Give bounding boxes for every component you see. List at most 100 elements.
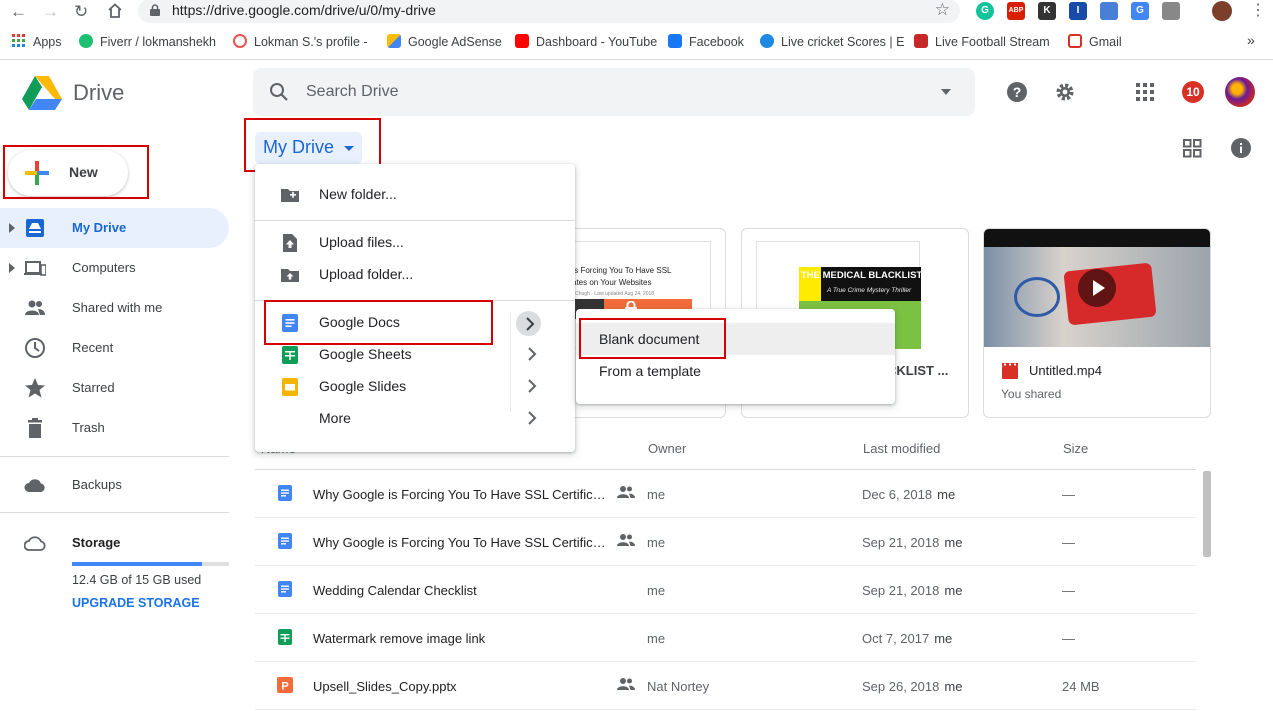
menu-item-label: Upload files... [319,234,404,250]
menu-item-google-slides[interactable]: Google Slides [255,371,575,403]
submenu-item-label: From a template [599,363,701,379]
table-row[interactable]: P Upsell_Slides_Copy.pptx Nat Nortey Sep 26… [255,662,1196,710]
adblock-icon[interactable]: ABP [1007,2,1025,20]
chevron-right-icon[interactable] [527,411,541,425]
bookmark-profile[interactable]: Lokman S.'s profile - [233,34,368,49]
details-info-icon[interactable] [1231,138,1251,158]
bookmark-label: Gmail [1089,35,1122,49]
file-name[interactable]: Why Google is Forcing You To Have SSL Ce… [313,487,606,502]
bookmark-facebook[interactable]: Facebook [668,34,744,49]
computers-icon [24,261,46,276]
bookmark-label: Apps [33,35,62,49]
reload-icon[interactable]: ↻ [74,2,88,22]
bookmark-cricket[interactable]: Live cricket Scores | E [760,34,904,49]
chevron-right-icon[interactable] [527,347,541,361]
bookmark-gmail[interactable]: Gmail [1068,34,1122,49]
help-icon[interactable]: ? [1006,81,1028,103]
bookmark-star-icon[interactable]: ☆ [935,0,950,20]
upgrade-storage-link[interactable]: UPGRADE STORAGE [72,596,200,610]
browser-menu-icon[interactable]: ⋮ [1250,0,1266,20]
sidebar-item-starred[interactable]: Starred [0,368,229,408]
chat-extension-icon[interactable] [1162,2,1180,20]
page-extension-icon[interactable] [1100,2,1118,20]
sidebar-item-label: Shared with me [72,300,163,315]
table-row[interactable]: Why Google is Forcing You To Have SSL Ce… [255,470,1196,518]
bookmarks-overflow-icon[interactable]: » [1247,32,1255,48]
table-row[interactable]: Wedding Calendar Checklist me Sep 21, 2018… [255,566,1196,614]
google-translate-icon[interactable]: G [1131,2,1149,20]
highlight-box [3,145,149,199]
highlight-box [264,300,493,345]
menu-item-upload-files[interactable]: Upload files... [255,227,575,259]
bookmark-fiverr[interactable]: Fiverr / lokmanshekh [79,34,216,49]
back-icon[interactable]: ← [10,2,27,22]
table-row[interactable]: Watermark remove image link me Oct 7, 2017… [255,614,1196,662]
sidebar-item-backups[interactable]: Backups [0,465,229,505]
scrollbar-thumb[interactable] [1203,471,1211,557]
search-options-icon[interactable] [941,89,951,95]
column-header-modified[interactable]: Last modified [863,441,940,456]
sidebar-item-storage[interactable]: Storage [0,523,229,563]
file-name[interactable]: Why Google is Forcing You To Have SSL Ce… [313,535,606,550]
menu-item-label: Upload folder... [319,266,414,282]
bookmark-football[interactable]: Live Football Stream [914,34,1050,49]
bookmark-label: Facebook [689,35,744,49]
menu-item-label: Google Slides [319,378,407,394]
recent-icon [25,338,45,358]
expand-arrow-icon[interactable] [9,223,15,233]
forward-icon[interactable]: → [42,2,59,22]
sidebar-item-recent[interactable]: Recent [0,328,229,368]
address-bar[interactable]: https://drive.google.com/drive/u/0/my-dr… [138,0,960,23]
expand-arrow-icon[interactable] [9,263,15,273]
play-icon[interactable] [1078,269,1116,307]
search-icon[interactable] [269,82,289,102]
file-name[interactable]: Upsell_Slides_Copy.pptx [313,679,606,694]
app-name: Drive [73,80,125,105]
sidebar-item-label: Computers [72,260,136,275]
submenu-item-from-template[interactable]: From a template [576,355,895,387]
grammarly-icon[interactable]: G [976,2,994,20]
grid-view-icon[interactable] [1183,139,1202,158]
home-icon[interactable] [107,3,123,23]
menu-item-upload-folder[interactable]: Upload folder... [255,259,575,291]
sidebar-item-shared[interactable]: Shared with me [0,288,229,328]
profile-avatar[interactable] [1212,1,1232,21]
google-apps-icon[interactable] [1136,83,1154,101]
sidebar-divider [0,512,229,513]
modified-by: me [934,631,953,646]
file-name[interactable]: Watermark remove image link [313,631,606,646]
menu-item-new-folder[interactable]: New folder... [255,179,575,211]
url-text[interactable]: https://drive.google.com/drive/u/0/my-dr… [172,2,436,18]
i-extension-icon[interactable]: I [1069,2,1087,20]
cricket-icon [760,34,774,48]
google-docs-icon [278,485,292,501]
settings-gear-icon[interactable] [1054,81,1076,103]
notifications-badge[interactable]: 10 [1182,81,1204,103]
menu-item-label: More [319,410,351,426]
bookmark-apps[interactable]: Apps [12,34,62,49]
account-avatar[interactable] [1225,77,1255,107]
search-input[interactable]: Search Drive [306,83,398,101]
sidebar-item-computers[interactable]: Computers [0,248,229,288]
shared-with-me-icon [25,300,45,315]
sidebar-item-label: Starred [72,380,115,395]
sidebar-item-label: Backups [72,477,122,492]
menu-item-label: Google Sheets [319,346,412,362]
shared-people-icon [617,486,635,498]
file-name[interactable]: Wedding Calendar Checklist [313,583,606,598]
quick-access-card[interactable]: Untitled.mp4 You shared [983,228,1211,418]
menu-item-more[interactable]: More [255,403,575,435]
modified-date: Sep 21, 2018 [862,583,940,598]
bookmark-adsense[interactable]: Google AdSense [387,34,502,49]
bookmark-youtube[interactable]: Dashboard - YouTube [515,34,657,49]
sidebar-item-my-drive[interactable]: My Drive [0,208,229,248]
file-size: — [1062,631,1075,646]
sidebar-item-trash[interactable]: Trash [0,408,229,448]
search-bar[interactable]: Search Drive [253,68,975,116]
table-row[interactable]: Why Google is Forcing You To Have SSL Ce… [255,518,1196,566]
chevron-right-icon[interactable] [527,379,541,393]
column-header-owner[interactable]: Owner [648,441,686,456]
k-extension-icon[interactable]: K [1038,2,1056,20]
file-size: 24 MB [1062,679,1100,694]
column-header-size[interactable]: Size [1063,441,1088,456]
